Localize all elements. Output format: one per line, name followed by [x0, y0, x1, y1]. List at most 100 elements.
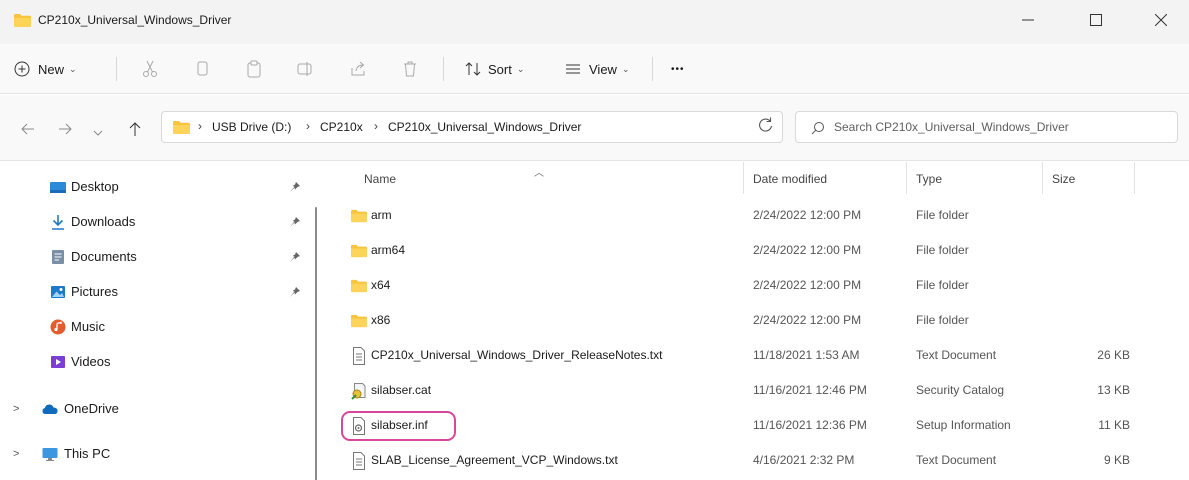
- breadcrumb-usb-drive[interactable]: USB Drive (D:): [212, 120, 291, 134]
- view-icon: [566, 64, 580, 74]
- sort-button[interactable]: Sort ⌄: [465, 56, 524, 82]
- table-row[interactable]: silabser.inf 11/16/2021 12:36 PM Setup I…: [330, 409, 1189, 443]
- table-row[interactable]: SLAB_License_Agreement_VCP_Windows.txt 4…: [330, 444, 1189, 478]
- new-button[interactable]: New ⌄: [14, 56, 77, 82]
- breadcrumb-separator: ›: [198, 119, 202, 133]
- sidebar-item-downloads[interactable]: Downloads: [0, 205, 310, 239]
- column-divider[interactable]: [743, 162, 744, 194]
- chevron-right-icon[interactable]: >: [13, 448, 19, 460]
- text-file-icon: [353, 347, 365, 365]
- folder-icon: [173, 121, 190, 134]
- minimize-button[interactable]: [1005, 0, 1051, 40]
- file-type: Text Document: [916, 453, 997, 467]
- up-arrow-icon[interactable]: [127, 121, 143, 137]
- breadcrumb-separator: ›: [306, 119, 310, 133]
- folder-icon: [351, 314, 367, 328]
- column-header-name[interactable]: Name: [364, 172, 396, 186]
- highlight-annotation: [341, 411, 456, 441]
- view-label: View: [589, 61, 617, 77]
- sidebar-item-label: Documents: [71, 249, 137, 264]
- file-type: File folder: [916, 313, 969, 327]
- pin-icon[interactable]: [289, 251, 301, 263]
- sidebar-item-label: Videos: [71, 354, 111, 369]
- column-header-type[interactable]: Type: [916, 172, 942, 186]
- pin-icon[interactable]: [289, 216, 301, 228]
- search-box[interactable]: Search CP210x_Universal_Windows_Driver: [795, 111, 1178, 143]
- column-divider[interactable]: [906, 162, 907, 194]
- table-row[interactable]: arm64 2/24/2022 12:00 PM File folder: [330, 234, 1189, 268]
- sidebar-item-videos[interactable]: Videos: [0, 345, 310, 379]
- sidebar-item-label: Downloads: [71, 214, 136, 229]
- navigation-pane: Desktop Downloads Documents Pictures Mus…: [0, 162, 320, 480]
- toolbar-divider: [652, 57, 653, 81]
- cut-icon[interactable]: [141, 60, 159, 78]
- copy-icon[interactable]: [193, 60, 211, 78]
- table-row[interactable]: silabser.cat 11/16/2021 12:46 PM Securit…: [330, 374, 1189, 408]
- sidebar-scrollbar[interactable]: [315, 207, 317, 480]
- more-options-button[interactable]: •••: [671, 56, 685, 82]
- sidebar-item-label: This PC: [64, 446, 111, 461]
- file-date: 11/16/2021 12:36 PM: [753, 418, 867, 432]
- desktop-icon: [50, 182, 66, 193]
- table-row[interactable]: x86 2/24/2022 12:00 PM File folder: [330, 304, 1189, 338]
- sidebar-item-this-pc[interactable]: > This PC: [0, 437, 310, 471]
- videos-icon: [51, 356, 65, 368]
- column-divider[interactable]: [1042, 162, 1043, 194]
- chevron-right-icon[interactable]: >: [13, 403, 19, 415]
- sidebar-item-pictures[interactable]: Pictures: [0, 275, 310, 309]
- file-name: x64: [371, 278, 391, 292]
- breadcrumb-cp210x[interactable]: CP210x: [320, 120, 363, 134]
- command-bar: New ⌄ Sort ⌄ View ⌄ •••: [0, 44, 1189, 94]
- view-button[interactable]: View ⌄: [565, 56, 630, 82]
- share-icon[interactable]: [349, 60, 367, 78]
- close-button[interactable]: [1138, 0, 1184, 40]
- file-type: File folder: [916, 278, 969, 292]
- sidebar-item-music[interactable]: Music: [0, 310, 310, 344]
- sort-icon: [465, 62, 481, 76]
- address-bar[interactable]: › USB Drive (D:) › CP210x › CP210x_Unive…: [161, 111, 890, 143]
- pin-icon[interactable]: [289, 181, 301, 193]
- maximize-button[interactable]: [1073, 0, 1119, 40]
- folder-icon: [351, 209, 367, 223]
- file-date: 11/16/2021 12:46 PM: [753, 383, 867, 397]
- file-type: File folder: [916, 208, 969, 222]
- sidebar-item-desktop[interactable]: Desktop: [0, 170, 310, 204]
- refresh-icon[interactable]: [755, 114, 777, 136]
- file-size: 26 KB: [1097, 348, 1130, 362]
- pin-icon[interactable]: [289, 286, 301, 298]
- close-icon: [1155, 14, 1167, 26]
- sidebar-item-onedrive[interactable]: > OneDrive: [0, 392, 310, 426]
- breadcrumb-current-folder[interactable]: CP210x_Universal_Windows_Driver: [388, 120, 581, 134]
- new-label: New: [38, 61, 65, 77]
- plus-icon: [14, 61, 30, 77]
- chevron-down-icon: ⌄: [69, 63, 77, 74]
- table-row[interactable]: CP210x_Universal_Windows_Driver_ReleaseN…: [330, 339, 1189, 373]
- column-divider[interactable]: [1134, 162, 1135, 194]
- column-header-date-modified[interactable]: Date modified: [753, 172, 827, 186]
- forward-arrow-icon[interactable]: [57, 121, 73, 137]
- rename-icon[interactable]: [297, 60, 315, 78]
- minimize-icon: [1022, 19, 1034, 21]
- table-row[interactable]: arm 2/24/2022 12:00 PM File folder: [330, 199, 1189, 233]
- file-date: 2/24/2022 12:00 PM: [753, 313, 862, 327]
- music-icon: [50, 319, 66, 335]
- chevron-down-icon[interactable]: [93, 125, 103, 141]
- sidebar-item-documents[interactable]: Documents: [0, 240, 310, 274]
- file-name: arm: [371, 208, 392, 222]
- pictures-icon: [51, 286, 65, 298]
- sort-ascending-icon: ︿: [534, 168, 544, 179]
- column-header-size[interactable]: Size: [1052, 172, 1075, 186]
- back-arrow-icon[interactable]: [20, 121, 36, 137]
- pc-icon: [42, 448, 58, 461]
- table-row[interactable]: x64 2/24/2022 12:00 PM File folder: [330, 269, 1189, 303]
- search-placeholder: Search CP210x_Universal_Windows_Driver: [834, 120, 1069, 134]
- file-size: 11 KB: [1098, 418, 1130, 432]
- paste-icon[interactable]: [245, 60, 263, 78]
- security-catalog-icon: [351, 383, 366, 400]
- sidebar-item-label: Music: [71, 319, 105, 334]
- chevron-down-icon: ⌄: [621, 63, 630, 74]
- file-date: 2/24/2022 12:00 PM: [753, 208, 862, 222]
- chevron-down-icon: ⌄: [516, 63, 525, 74]
- delete-icon[interactable]: [401, 60, 419, 78]
- file-name: silabser.cat: [371, 383, 432, 397]
